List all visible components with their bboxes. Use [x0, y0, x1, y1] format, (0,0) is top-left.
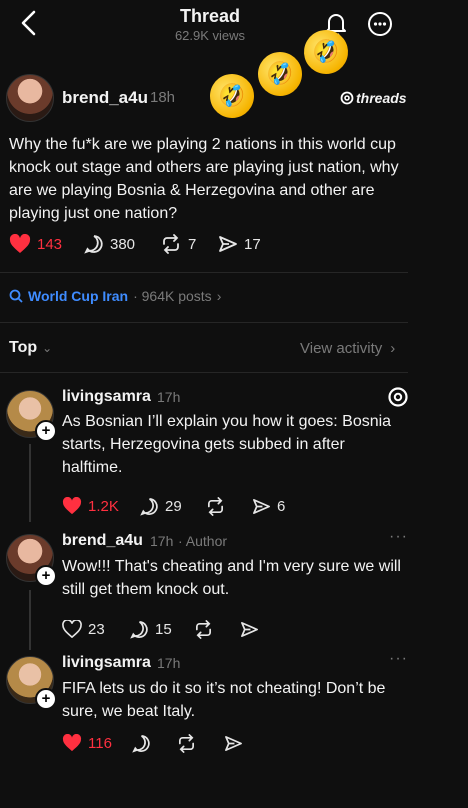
reply-icon: [140, 498, 158, 516]
share-icon: [225, 735, 242, 752]
like-button[interactable]: 1.2K: [62, 497, 119, 515]
reply-count: 29: [165, 498, 182, 515]
comment-text: FIFA lets us do it so it’s not cheating!…: [62, 680, 386, 720]
share-icon: [219, 236, 237, 252]
views-count: 62.9K views: [174, 28, 246, 43]
comment-username[interactable]: livingsamra: [62, 388, 151, 406]
comment-username[interactable]: brend_a4u: [62, 532, 143, 550]
share-button[interactable]: [224, 734, 243, 753]
more-options-button[interactable]: ···: [389, 650, 408, 668]
share-button[interactable]: 6: [252, 497, 285, 516]
divider: [0, 372, 408, 373]
like-button[interactable]: 116: [62, 734, 112, 752]
more-options-button[interactable]: ···: [389, 528, 408, 546]
reply-button[interactable]: 380: [84, 234, 135, 254]
heart-icon: [9, 234, 31, 253]
repost-icon: [163, 234, 179, 254]
follow-button[interactable]: +: [35, 420, 57, 442]
thread-line: [29, 590, 31, 650]
share-button[interactable]: [240, 620, 259, 639]
more-icon: [368, 12, 392, 36]
search-icon: [9, 289, 23, 303]
page-title: Thread: [179, 6, 240, 26]
view-activity-label: View activity: [300, 340, 383, 357]
heart-icon: [62, 734, 82, 752]
repost-button[interactable]: [205, 497, 226, 516]
repost-button[interactable]: 7: [160, 234, 196, 254]
threads-brand: threads: [340, 90, 407, 106]
sort-label: Top: [9, 339, 38, 356]
share-count: 17: [244, 235, 261, 253]
topic-label: World Cup Iran: [28, 288, 129, 304]
share-count: 6: [277, 498, 286, 515]
repost-icon: [178, 734, 195, 753]
reply-icon: [84, 235, 103, 254]
sort-dropdown[interactable]: Top ⌄: [9, 339, 52, 357]
comment-time: 17h: [157, 655, 181, 671]
threads-brand-label: threads: [356, 90, 407, 106]
repost-button[interactable]: [176, 734, 197, 753]
repost-button[interactable]: [193, 620, 214, 639]
like-count: 1.2K: [88, 497, 119, 515]
reply-button[interactable]: [132, 734, 151, 753]
repost-icon: [207, 497, 224, 516]
laughing-emoji-icon: 🤣: [253, 47, 307, 101]
laughing-emoji-icon: 🤣: [205, 69, 259, 123]
comment-text: As Bosnian I’ll explain you how it goes:…: [62, 413, 392, 476]
post-text: Why the fu*k are we playing 2 nations in…: [9, 136, 399, 222]
share-button[interactable]: 17: [218, 234, 261, 254]
follow-button[interactable]: +: [35, 688, 57, 710]
comment-username[interactable]: livingsamra: [62, 654, 151, 672]
comment-text: Wow!!! That's cheating and I'm very sure…: [62, 558, 401, 598]
author-tag: · Author: [178, 533, 228, 549]
reply-count: 15: [155, 621, 172, 638]
heart-icon: [62, 620, 82, 638]
divider: [0, 272, 408, 273]
threads-logo-icon: [340, 91, 354, 105]
repost-icon: [195, 620, 212, 639]
like-count: 143: [37, 235, 63, 253]
like-count: 116: [88, 734, 112, 752]
post-username[interactable]: brend_a4u: [62, 88, 148, 108]
comment-time: 17h: [157, 389, 181, 405]
post-time: 18h: [150, 89, 176, 106]
chevron-down-icon: ⌄: [42, 341, 53, 355]
reply-button[interactable]: 29: [140, 497, 182, 516]
follow-button[interactable]: +: [35, 565, 57, 587]
chevron-right-icon: ›: [390, 340, 396, 357]
post-avatar[interactable]: [6, 74, 54, 122]
reply-icon: [130, 621, 148, 639]
more-options-button[interactable]: [367, 11, 393, 37]
thread-line: [29, 444, 31, 522]
reply-icon: [132, 735, 150, 753]
divider: [0, 322, 408, 323]
heart-icon: [62, 497, 82, 515]
chevron-right-icon: ›: [216, 288, 222, 304]
repost-count: 7: [188, 235, 197, 253]
reply-count: 380: [110, 235, 136, 253]
share-icon: [241, 621, 258, 638]
topic-count: · 964K posts: [133, 288, 212, 304]
threads-logo-icon: [388, 387, 408, 407]
like-button[interactable]: 143: [9, 234, 62, 254]
view-activity-link[interactable]: View activity ›: [300, 340, 395, 357]
share-icon: [253, 498, 270, 515]
like-count: 23: [88, 620, 105, 638]
comment-time: 17h: [150, 533, 174, 549]
reply-button[interactable]: 15: [130, 620, 172, 639]
topic-link[interactable]: World Cup Iran · 964K posts ›: [9, 288, 221, 304]
like-button[interactable]: 23: [62, 620, 105, 638]
